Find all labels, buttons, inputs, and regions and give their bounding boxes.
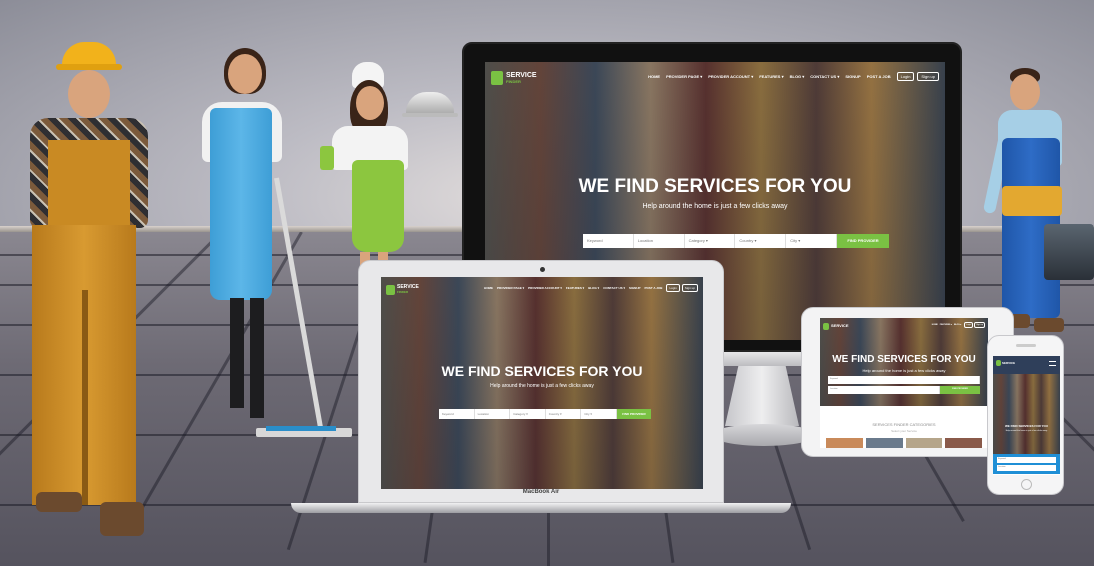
site-logo[interactable]: SERVICE: [996, 360, 1015, 366]
location-field[interactable]: Location: [997, 465, 1056, 471]
keyword-field[interactable]: Keyword: [828, 376, 980, 384]
desktop-navbar: SERVICE FINDER HOME PROVIDER PAGE ▾ PROV…: [485, 62, 945, 90]
search-bar: Keyword Location Category ▾ Country ▾ Ci…: [583, 234, 889, 248]
nav-home[interactable]: HOME: [932, 324, 938, 326]
nav-provider-account[interactable]: PROVIDER ACCOUNT ▾: [528, 286, 562, 290]
keyword-field[interactable]: Keyword: [439, 409, 475, 419]
nav-features[interactable]: FEATURES ▾: [566, 286, 584, 290]
login-button[interactable]: Login: [964, 322, 974, 328]
phone-website: SERVICE WE FIND SERVICES FOR YOU Help ar…: [993, 356, 1060, 475]
country-select[interactable]: Country ▾: [546, 409, 582, 419]
nav-provider-account[interactable]: PROVIDER ACCOUNT ▾: [708, 74, 753, 79]
logo-icon: [996, 360, 1001, 366]
find-provider-button[interactable]: FIND PROVIDER: [940, 386, 980, 394]
category-select[interactable]: Category ▾: [510, 409, 546, 419]
keyword-field[interactable]: Keyword: [997, 457, 1056, 463]
hero-subheadline: Help around the home is just a few click…: [490, 383, 594, 389]
phone-home-button: [1021, 479, 1032, 490]
location-field[interactable]: Location: [634, 234, 685, 248]
hero-subheadline: Help around the home is just a few click…: [1005, 430, 1048, 432]
smartphone: SERVICE WE FIND SERVICES FOR YOU Help ar…: [987, 335, 1064, 495]
search-bar-row-2: Location FIND PROVIDER: [828, 386, 980, 394]
logo-name: SERVICE: [831, 323, 849, 328]
nav-contact[interactable]: CONTACT US ▾: [603, 286, 625, 290]
login-button[interactable]: Login: [896, 71, 915, 81]
nav-menu: HOME PROVIDER PAGE ▾ PROVIDER ACCOUNT ▾ …: [648, 74, 891, 79]
nav-post-job[interactable]: POST A JOB: [867, 74, 891, 79]
laptop-brand: MacBook Air: [522, 489, 560, 495]
logo-name: SERVICE: [506, 72, 537, 79]
tablet-hero: SERVICE HOME FEATURES ▾ BLOG ▾ Login Sig…: [820, 318, 988, 406]
phone-speaker: [1016, 344, 1036, 347]
tablet-website: SERVICE HOME FEATURES ▾ BLOG ▾ Login Sig…: [820, 318, 988, 448]
nav-provider-page[interactable]: PROVIDER PAGE ▾: [497, 286, 524, 290]
country-select[interactable]: Country ▾: [735, 234, 787, 248]
search-bar: Keyword: [828, 376, 980, 384]
category-thumbnails: [826, 438, 982, 448]
find-provider-button[interactable]: FIND PROVIDER: [616, 409, 651, 419]
nav-menu: HOME PROVIDER PAGE ▾ PROVIDER ACCOUNT ▾ …: [484, 286, 662, 290]
phone-hero: WE FIND SERVICES FOR YOU Help around the…: [993, 374, 1060, 474]
location-field[interactable]: Location: [475, 409, 511, 419]
logo-name: SERVICE: [1002, 360, 1016, 365]
nav-post-job[interactable]: POST A JOB: [645, 286, 663, 290]
laptop-camera: [540, 267, 545, 272]
signup-button[interactable]: Sign up: [681, 284, 698, 292]
logo-icon: [491, 71, 503, 85]
laptop-base: [291, 503, 791, 513]
phone-navbar: SERVICE: [993, 356, 1060, 374]
hero-headline: WE FIND SERVICES FOR YOU: [1004, 424, 1049, 428]
nav-provider-page[interactable]: PROVIDER PAGE ▾: [666, 74, 702, 79]
nav-blog[interactable]: BLOG ▾: [790, 74, 805, 79]
hero-subheadline: Help around the home is just a few click…: [862, 368, 946, 373]
laptop-website: SERVICE FINDER HOME PROVIDER PAGE ▾ PROV…: [381, 277, 703, 489]
tablet-navbar: SERVICE HOME FEATURES ▾ BLOG ▾ Login Sig…: [820, 318, 988, 332]
laptop: SERVICE FINDER HOME PROVIDER PAGE ▾ PROV…: [358, 260, 724, 503]
location-field[interactable]: Location: [828, 386, 940, 394]
search-bar: Keyword Location Category ▾ Country ▾ Ci…: [439, 409, 651, 419]
logo-sub: FINDER: [397, 290, 409, 294]
site-logo[interactable]: SERVICE FINDER: [491, 71, 537, 85]
nav-signup[interactable]: SIGNUP: [629, 286, 641, 290]
logo-icon: [823, 322, 829, 330]
city-select[interactable]: City ▾: [581, 409, 617, 419]
category-select[interactable]: Category ▾: [685, 234, 736, 248]
tablet: SERVICE HOME FEATURES ▾ BLOG ▾ Login Sig…: [801, 307, 1014, 457]
nav-menu: HOME FEATURES ▾ BLOG ▾: [932, 324, 962, 326]
nav-home[interactable]: HOME: [484, 286, 493, 290]
nav-contact[interactable]: CONTACT US ▾: [810, 74, 839, 79]
login-button[interactable]: Login: [666, 284, 680, 292]
find-provider-button[interactable]: FIND PROVIDER: [836, 234, 889, 248]
logo-sub: FINDER: [506, 79, 521, 84]
nav-signup[interactable]: SIGNUP: [845, 74, 860, 79]
nav-features[interactable]: FEATURES ▾: [759, 74, 783, 79]
signup-button[interactable]: Sign up: [917, 71, 939, 81]
hero-subheadline: Help around the home is just a few click…: [642, 203, 788, 210]
site-logo[interactable]: SERVICE FINDER: [386, 284, 419, 295]
plumber: [982, 68, 1094, 338]
phone-search-panel: Keyword Location: [993, 454, 1060, 474]
site-logo[interactable]: SERVICE: [823, 322, 849, 330]
categories-sub: Select your Service: [891, 429, 917, 433]
laptop-navbar: SERVICE FINDER HOME PROVIDER PAGE ▾ PROV…: [381, 277, 703, 299]
nav-home[interactable]: HOME: [648, 74, 660, 79]
hero-headline: WE FIND SERVICES FOR YOU: [441, 363, 643, 379]
categories-heading: SERVICES FINDER CATEGORIES: [872, 422, 936, 427]
keyword-field[interactable]: Keyword: [583, 234, 634, 248]
construction-worker: [10, 40, 150, 540]
nav-blog[interactable]: BLOG ▾: [588, 286, 599, 290]
hero-headline: WE FIND SERVICES FOR YOU: [832, 354, 976, 365]
hamburger-menu-icon[interactable]: [1049, 361, 1056, 366]
nav-features[interactable]: FEATURES ▾: [940, 324, 952, 326]
nav-blog[interactable]: BLOG ▾: [954, 324, 961, 326]
city-select[interactable]: City ▾: [786, 234, 837, 248]
signup-button[interactable]: Sign up: [974, 322, 985, 328]
logo-icon: [386, 284, 395, 295]
hero-headline: WE FIND SERVICES FOR YOU: [578, 176, 852, 197]
